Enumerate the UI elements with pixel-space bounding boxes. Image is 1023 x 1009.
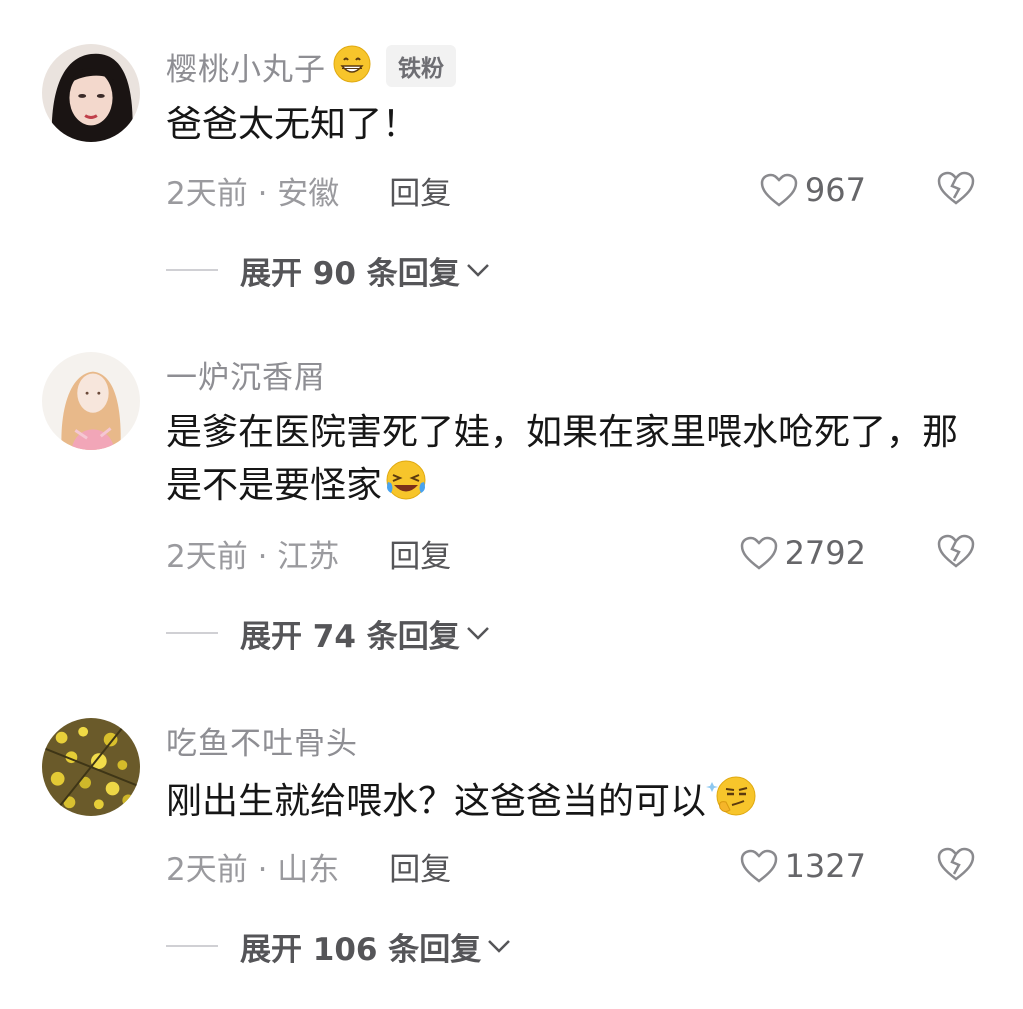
comment-meta: 2天前 · 山东 回复 1327 bbox=[166, 844, 986, 888]
divider bbox=[166, 632, 218, 634]
username-row: 吃鱼不吐骨头 bbox=[166, 718, 358, 762]
expand-replies[interactable]: 展开 106 条回复 bbox=[166, 924, 513, 968]
avatar[interactable] bbox=[42, 718, 140, 816]
avatar[interactable] bbox=[42, 352, 140, 450]
comment-text: 刚出生就给喂水？这爸爸当的可以 bbox=[166, 774, 966, 832]
comment-text: 是爹在医院害死了娃，如果在家里喂水呛死了，那是不是要怪家 bbox=[166, 408, 966, 516]
chevron-down-icon bbox=[466, 264, 489, 277]
like-count: 1327 bbox=[784, 847, 866, 885]
comment-meta: 2天前 · 江苏 回复 2792 bbox=[166, 531, 986, 575]
expand-replies-label: 展开 106 条回复 bbox=[240, 931, 482, 968]
dislike-button[interactable] bbox=[936, 846, 976, 886]
like-button[interactable]: 967 bbox=[759, 171, 866, 209]
reply-button[interactable]: 回复 bbox=[389, 844, 451, 889]
like-count: 2792 bbox=[784, 534, 866, 572]
divider bbox=[166, 269, 218, 271]
dislike-button[interactable] bbox=[936, 533, 976, 573]
username[interactable]: 樱桃小丸子 bbox=[166, 44, 326, 89]
chevron-down-icon bbox=[466, 627, 489, 640]
comment-text: 爸爸太无知了！ bbox=[166, 104, 419, 145]
like-button[interactable]: 1327 bbox=[739, 847, 866, 885]
grinning-face-emoji-icon bbox=[332, 44, 372, 88]
username[interactable]: 吃鱼不吐骨头 bbox=[166, 718, 358, 763]
comment-meta: 2天前 · 安徽 回复 967 bbox=[166, 168, 986, 212]
expand-replies[interactable]: 展开 90 条回复 bbox=[166, 248, 492, 292]
divider bbox=[166, 945, 218, 947]
reply-button[interactable]: 回复 bbox=[389, 531, 451, 576]
broken-heart-icon bbox=[937, 171, 975, 205]
smirking-thinking-emoji-icon bbox=[706, 774, 758, 832]
rolling-on-floor-laughing-emoji-icon bbox=[382, 458, 430, 516]
comment-text-content: 是爹在医院害死了娃，如果在家里喂水呛死了，那是不是要怪家 bbox=[166, 412, 959, 506]
comment-text-content: 刚出生就给喂水？这爸爸当的可以 bbox=[166, 781, 707, 822]
heart-icon bbox=[740, 536, 777, 570]
comment-time-location: 2天前 · 安徽 bbox=[166, 175, 340, 212]
chevron-down-icon bbox=[488, 940, 511, 953]
heart-icon bbox=[740, 849, 777, 883]
comment-time-location: 2天前 · 江苏 bbox=[166, 538, 340, 575]
expand-replies-label: 展开 90 条回复 bbox=[240, 255, 460, 292]
dislike-button[interactable] bbox=[936, 170, 976, 210]
username-row: 一炉沉香屑 bbox=[166, 352, 326, 396]
expand-replies-label: 展开 74 条回复 bbox=[240, 618, 460, 655]
username-row: 樱桃小丸子 铁粉 bbox=[166, 44, 456, 88]
expand-replies[interactable]: 展开 74 条回复 bbox=[166, 611, 492, 655]
avatar[interactable] bbox=[42, 44, 140, 142]
reply-button[interactable]: 回复 bbox=[389, 168, 451, 213]
heart-icon bbox=[760, 173, 798, 207]
like-button[interactable]: 2792 bbox=[739, 534, 866, 572]
fan-badge: 铁粉 bbox=[386, 45, 456, 87]
like-count: 967 bbox=[804, 171, 866, 209]
comment-time-location: 2天前 · 山东 bbox=[166, 851, 340, 888]
broken-heart-icon bbox=[937, 534, 975, 568]
broken-heart-icon bbox=[937, 847, 975, 881]
username[interactable]: 一炉沉香屑 bbox=[166, 352, 326, 397]
